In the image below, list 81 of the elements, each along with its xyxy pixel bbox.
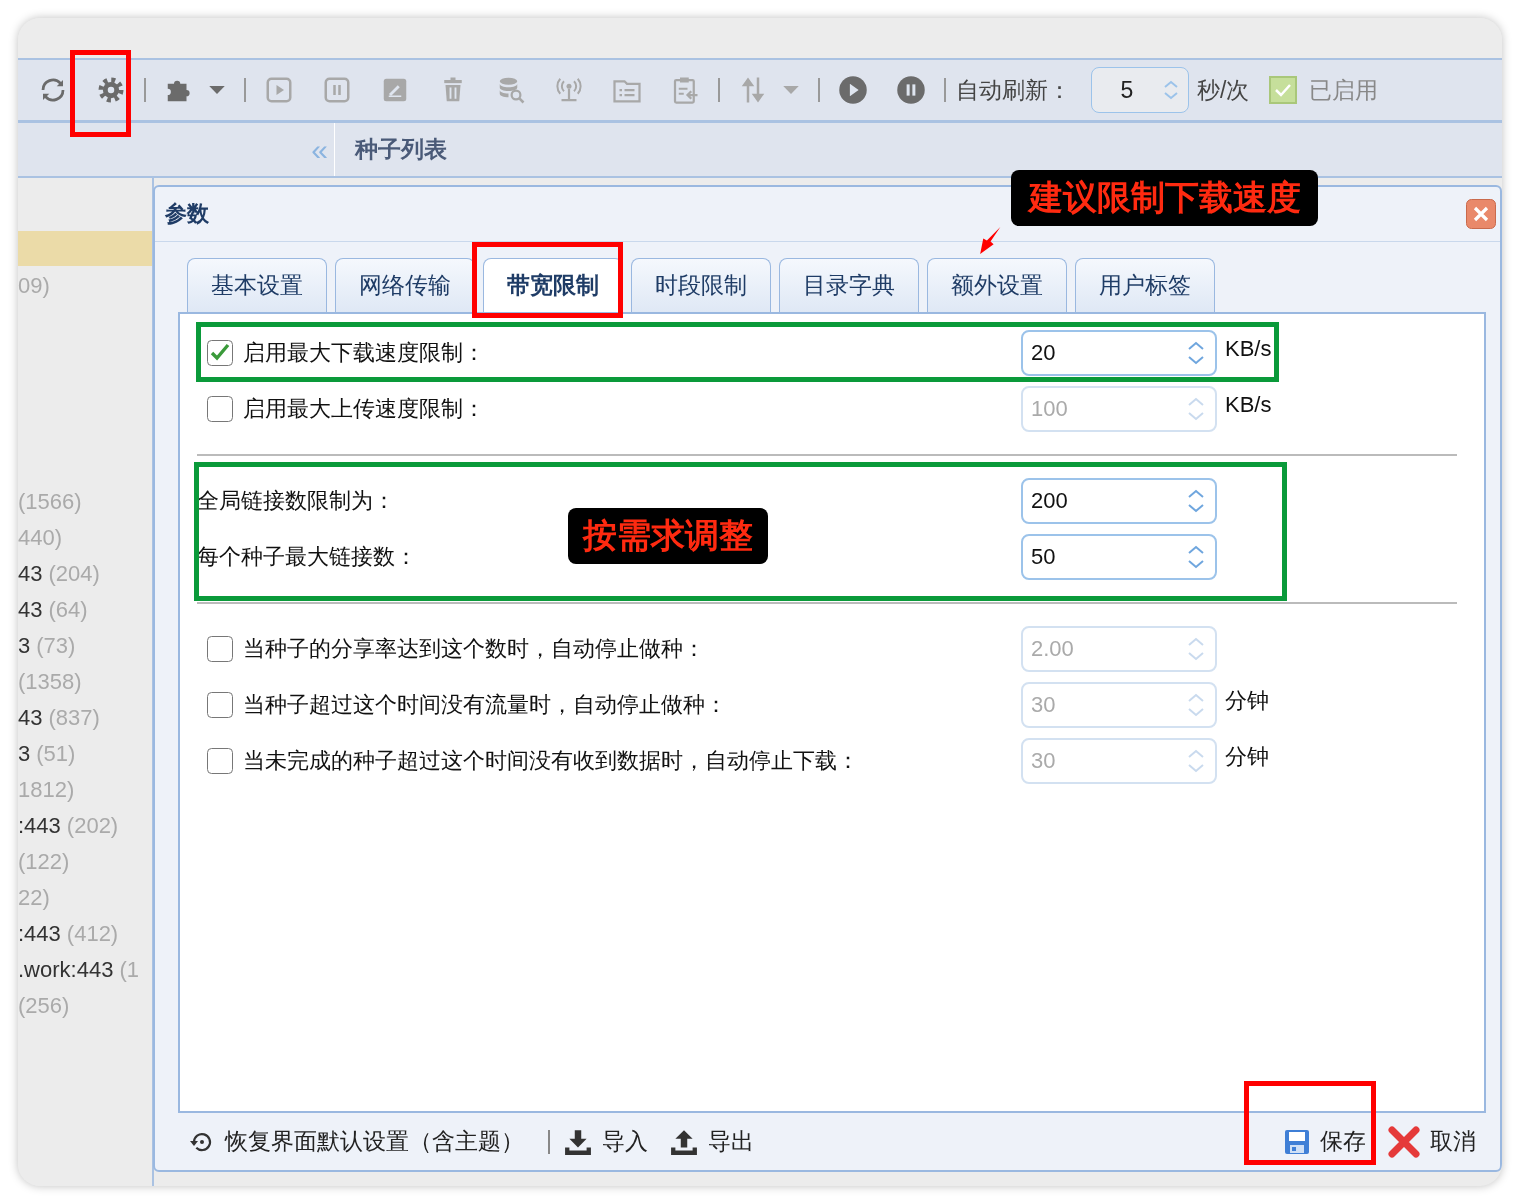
tracker-count: (1358) [18, 669, 82, 695]
field-label: 启用最大下载速度限制： [243, 339, 485, 367]
auto-refresh-label: 自动刷新： [956, 75, 1071, 105]
checkbox[interactable] [207, 636, 233, 662]
checkbox[interactable] [207, 396, 233, 422]
tracker-count: (412) [66, 921, 119, 947]
tracker-name[interactable]: 43 [18, 597, 43, 623]
callout-label: 按需求调整 [568, 508, 768, 564]
tracker-name[interactable]: 43 [18, 561, 43, 587]
callout-label: 建议限制下载速度 [1011, 170, 1318, 226]
tracker-count: (51) [36, 741, 76, 767]
checkbox[interactable] [207, 692, 233, 718]
tracker-name[interactable]: .work:443 [18, 957, 114, 983]
unit-label: KB/s [1224, 335, 1273, 363]
panel-title: 种子列表 [355, 135, 447, 164]
tracker-count: 09) [18, 273, 50, 299]
tab[interactable]: 网络传输 [335, 258, 475, 312]
export-button[interactable]: 导出 [670, 1126, 754, 1157]
tab[interactable]: 基本设置 [187, 258, 327, 312]
play-icon[interactable] [838, 75, 868, 105]
pause-icon[interactable] [896, 75, 926, 105]
caret-icon[interactable] [782, 85, 800, 95]
spinner-arrows-icon[interactable] [1187, 397, 1205, 421]
download-icon [564, 1128, 592, 1155]
tracker-count: (64) [48, 597, 88, 623]
tracker-count: (1 [119, 957, 139, 983]
tracker-count: (122) [18, 849, 70, 875]
checkbox[interactable] [1269, 76, 1298, 104]
checkbox[interactable] [207, 340, 233, 366]
checkbox[interactable] [207, 748, 233, 774]
spinner-arrows-icon[interactable] [1187, 637, 1205, 661]
tracker-count: 1812) [18, 777, 75, 803]
reset-button[interactable]: 恢复界面默认设置（含主题） [189, 1126, 524, 1157]
checkbox-label: 已启用 [1309, 75, 1379, 105]
field-label: 启用最大上传速度限制： [243, 395, 485, 423]
unit-label: 秒/次 [1197, 75, 1250, 105]
caret-icon[interactable] [208, 85, 226, 95]
tracker-name[interactable]: :443 [18, 921, 61, 947]
field-label: 每个种子最大链接数： [197, 543, 417, 571]
tab[interactable]: 目录字典 [779, 258, 919, 312]
spinner-arrows-icon[interactable] [1187, 489, 1205, 513]
cancel-button[interactable]: 取消 [1388, 1125, 1476, 1158]
spinner-arrows-icon[interactable] [1187, 749, 1205, 773]
tracker-count: (73) [36, 633, 76, 659]
tab[interactable]: 用户标签 [1075, 258, 1215, 312]
tracker-count: (256) [18, 993, 70, 1019]
unit-label: 分钟 [1224, 743, 1270, 771]
field-label: 全局链接数限制为： [197, 487, 395, 515]
close-icon[interactable] [1466, 199, 1496, 229]
spinner-arrows-icon[interactable] [1187, 341, 1205, 365]
tracker-count: (204) [48, 561, 100, 587]
spinner-arrows-icon[interactable] [1162, 79, 1180, 101]
number-field[interactable]: 50 [1021, 534, 1217, 580]
field-label: 当种子超过这个时间没有流量时，自动停止做种： [243, 691, 727, 719]
tracker-count: 440) [18, 525, 63, 551]
import-button[interactable]: 导入 [564, 1126, 648, 1157]
unit-label: KB/s [1224, 391, 1273, 419]
spinner-arrows-icon[interactable] [1187, 693, 1205, 717]
save-button[interactable]: 保存 [1284, 1126, 1366, 1157]
tracker-name[interactable]: 43 [18, 705, 43, 731]
unit-label: 分钟 [1224, 687, 1270, 715]
number-field[interactable]: 20 [1021, 330, 1217, 376]
selected-row[interactable] [18, 231, 152, 266]
number-field[interactable]: 200 [1021, 478, 1217, 524]
tracker-name[interactable]: 3 [18, 633, 31, 659]
spinner-arrows-icon[interactable] [1187, 545, 1205, 569]
field-label: 当种子的分享率达到这个数时，自动停止做种： [243, 635, 705, 663]
settings-icon[interactable] [96, 75, 126, 105]
dialog-title: 参数 [165, 200, 209, 228]
tracker-count: (837) [48, 705, 100, 731]
field-label: 当未完成的种子超过这个时间没有收到数据时，自动停止下载： [243, 747, 859, 775]
tracker-count: (1566) [18, 489, 82, 515]
tracker-count: 22) [18, 885, 50, 911]
tracker-count: (202) [66, 813, 119, 839]
upload-icon [670, 1128, 698, 1155]
tracker-name[interactable]: 3 [18, 741, 31, 767]
close-icon [1388, 1125, 1420, 1158]
tab[interactable]: 时段限制 [631, 258, 771, 312]
refresh-interval-field[interactable]: 5 [1091, 67, 1189, 113]
tab[interactable]: 额外设置 [927, 258, 1067, 312]
tracker-name[interactable]: :443 [18, 813, 61, 839]
